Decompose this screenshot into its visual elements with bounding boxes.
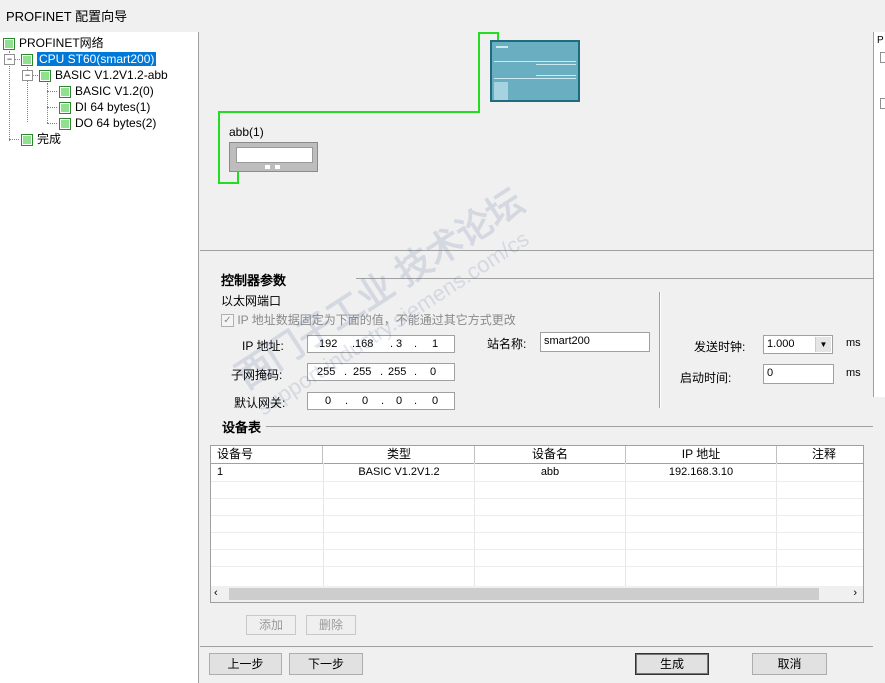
tree-connector — [9, 139, 19, 140]
window-title: PROFINET 配置向导 — [6, 9, 128, 24]
section-divider — [266, 426, 873, 427]
default-gateway-input[interactable]: 0 . 0 . 0 . 0 — [307, 392, 455, 410]
horizontal-scrollbar[interactable]: ‹ › — [211, 586, 863, 602]
collapse-icon[interactable]: − — [22, 70, 33, 81]
station-name-label: 站名称: — [487, 337, 527, 351]
expand-icon[interactable] — [880, 98, 885, 109]
device-table[interactable]: 设备号 类型 设备名 IP 地址 注释 1 BASIC V1.2V1.2 abb… — [210, 445, 864, 603]
prev-button[interactable]: 上一步 — [209, 653, 282, 675]
device-table-title: 设备表 — [222, 420, 262, 435]
cpu-device-icon[interactable] — [490, 40, 580, 102]
tree-item-cpu[interactable]: CPU ST60(smart200) — [21, 51, 157, 67]
scroll-right-icon[interactable]: › — [853, 587, 857, 599]
tree-item-device[interactable]: BASIC V1.2V1.2-abb — [39, 67, 168, 83]
navigation-tree: PROFINET网络 − CPU ST60(smart200) − BASIC … — [0, 32, 199, 683]
default-gateway-label: 默认网关: — [234, 396, 286, 410]
send-clock-label: 发送时钟: — [694, 340, 746, 354]
cpu-node-icon — [21, 53, 33, 66]
tree-connector — [47, 83, 48, 123]
checkmark-icon: ✓ — [221, 314, 234, 328]
send-clock-select[interactable]: 1.000 ▼ — [763, 335, 833, 354]
tree-item-finish[interactable]: 完成 — [21, 131, 61, 147]
params-separator — [659, 292, 661, 408]
ethernet-port-label: 以太网端口 — [221, 294, 282, 308]
station-name-input[interactable]: smart200 — [540, 332, 650, 352]
cancel-button[interactable]: 取消 — [752, 653, 827, 675]
expand-icon[interactable] — [880, 52, 885, 63]
table-header: 设备号 类型 设备名 IP 地址 注释 — [211, 446, 863, 464]
module-node-icon — [59, 101, 71, 114]
tree-connector — [47, 91, 57, 92]
tree-item-module[interactable]: DO 64 bytes(2) — [59, 115, 156, 131]
tree-item-module[interactable]: BASIC V1.2(0) — [59, 83, 154, 99]
collapse-icon[interactable]: − — [4, 54, 15, 65]
subnet-mask-label: 子网掩码: — [231, 368, 283, 382]
network-node-icon — [3, 37, 15, 50]
device-label: abb(1) — [229, 125, 264, 139]
generate-button[interactable]: 生成 — [635, 653, 709, 675]
module-node-icon — [59, 117, 71, 130]
abb-device-icon[interactable] — [229, 142, 318, 172]
device-node-icon — [39, 69, 51, 82]
tree-item-module[interactable]: DI 64 bytes(1) — [59, 99, 150, 115]
scroll-left-icon[interactable]: ‹ — [214, 587, 218, 599]
startup-time-unit: ms — [846, 367, 861, 379]
column-header[interactable]: 类型 — [324, 446, 475, 463]
subnet-mask-input[interactable]: 255 . 255 . 255 . 0 — [307, 363, 455, 381]
dropdown-arrow-icon[interactable]: ▼ — [815, 337, 831, 352]
finish-node-icon — [21, 133, 33, 146]
fixed-ip-checkbox[interactable]: ✓ IP 地址数据固定为下面的值，不能通过其它方式更改 — [221, 311, 516, 328]
section-divider — [356, 278, 874, 279]
startup-time-label: 启动时间: — [680, 371, 732, 385]
send-clock-unit: ms — [846, 337, 861, 349]
column-header[interactable]: 设备名 — [475, 446, 626, 463]
scrollbar-thumb[interactable] — [229, 588, 819, 600]
column-header[interactable]: 设备号 — [211, 446, 323, 463]
ip-address-label: IP 地址: — [242, 339, 284, 353]
module-node-icon — [59, 85, 71, 98]
column-header[interactable]: IP 地址 — [626, 446, 777, 463]
tree-connector — [47, 123, 57, 124]
ip-address-input[interactable]: 192 . 168 . 3 . 1 — [307, 335, 455, 353]
tree-item-profinet-network[interactable]: PROFINET网络 — [3, 35, 104, 51]
column-header[interactable]: 注释 — [777, 446, 863, 463]
tree-connector — [47, 107, 57, 108]
add-device-button[interactable]: 添加 — [246, 615, 296, 635]
next-button[interactable]: 下一步 — [289, 653, 363, 675]
startup-time-input[interactable]: 0 — [763, 364, 834, 384]
right-panel: P — [873, 32, 885, 397]
delete-device-button[interactable]: 删除 — [306, 615, 356, 635]
controller-params-title: 控制器参数 — [221, 273, 287, 288]
